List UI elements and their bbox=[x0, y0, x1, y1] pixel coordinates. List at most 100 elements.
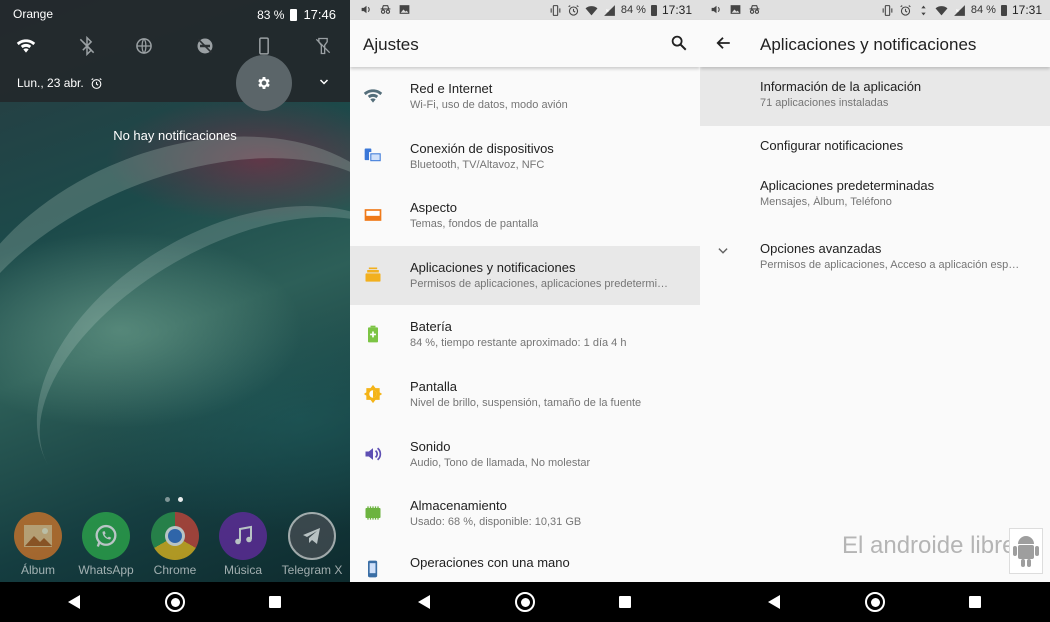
date-row[interactable]: Lun., 23 abr. bbox=[17, 76, 103, 90]
item-subtitle: Permisos de aplicaciones, Acceso a aplic… bbox=[760, 259, 1020, 271]
app-whatsapp[interactable]: WhatsApp bbox=[76, 512, 136, 577]
item-subtitle: Wi-Fi, uso de datos, modo avión bbox=[410, 99, 568, 111]
app-chrome[interactable]: Chrome bbox=[145, 512, 205, 577]
back-nav-icon[interactable] bbox=[766, 594, 782, 610]
item-subtitle: 71 aplicaciones instaladas bbox=[760, 97, 889, 109]
settings-item-apps-notifications[interactable]: Aplicaciones y notificaciones Permisos d… bbox=[350, 245, 700, 306]
app-info-item[interactable]: Información de la aplicación 71 aplicaci… bbox=[700, 67, 1050, 126]
incognito-icon bbox=[749, 5, 760, 14]
volume-status-icon bbox=[361, 5, 370, 14]
recents-nav-icon[interactable] bbox=[269, 596, 281, 608]
settings-item-network[interactable]: Red e Internet Wi-Fi, uso de datos, modo… bbox=[350, 67, 700, 127]
wifi-icon[interactable] bbox=[13, 33, 39, 59]
item-title: Aspecto bbox=[410, 200, 457, 216]
configure-notifications-item[interactable]: Configurar notificaciones bbox=[700, 126, 1050, 166]
data-saver-icon[interactable] bbox=[131, 33, 157, 59]
status-bar: Orange 83 % 17:46 bbox=[0, 0, 350, 26]
app-label: Telegram X bbox=[281, 563, 343, 577]
home-nav-icon[interactable] bbox=[515, 592, 535, 612]
settings-item-appearance[interactable]: Aspecto Temas, fondos de pantalla bbox=[350, 186, 700, 246]
settings-button[interactable] bbox=[236, 55, 292, 111]
signal-icon bbox=[603, 4, 615, 16]
status-bar: 84 % 17:31 bbox=[700, 0, 1050, 20]
incognito-icon bbox=[380, 5, 391, 14]
app-album[interactable]: Álbum bbox=[8, 512, 68, 577]
apps-settings-list: Información de la aplicación 71 aplicaci… bbox=[700, 67, 1050, 288]
battery-icon bbox=[290, 8, 298, 21]
settings-item-sound[interactable]: Sonido Audio, Tono de llamada, No molest… bbox=[350, 425, 700, 485]
default-apps-item[interactable]: Aplicaciones predeterminadas Mensajes, Á… bbox=[700, 166, 1050, 228]
back-arrow-icon[interactable] bbox=[714, 34, 732, 52]
dnd-off-icon[interactable] bbox=[192, 33, 218, 59]
gear-icon bbox=[258, 77, 270, 89]
item-title: Conexión de dispositivos bbox=[410, 140, 554, 156]
item-subtitle: Usado: 68 %, disponible: 10,31 GB bbox=[410, 516, 582, 529]
app-label: Música bbox=[223, 563, 262, 577]
home-nav-icon[interactable] bbox=[865, 592, 885, 612]
data-arrows-icon bbox=[921, 5, 926, 15]
chevron-down-icon bbox=[718, 248, 728, 254]
vibrate-icon bbox=[882, 4, 893, 16]
clock: 17:31 bbox=[661, 3, 692, 17]
alarm-icon bbox=[91, 77, 102, 89]
app-music[interactable]: Música bbox=[213, 512, 273, 577]
settings-item-storage[interactable]: Almacenamiento Usado: 68 %, disponible: … bbox=[350, 484, 700, 544]
app-telegram-x[interactable]: Telegram X bbox=[282, 512, 342, 577]
battery-icon bbox=[1000, 4, 1007, 16]
item-title: Información de la aplicación bbox=[760, 79, 922, 94]
one-hand-icon bbox=[362, 558, 384, 580]
settings-item-battery[interactable]: Batería 84 %, tiempo restante aproximado… bbox=[350, 305, 700, 365]
alarm-icon bbox=[900, 4, 911, 16]
wifi-icon bbox=[362, 85, 384, 107]
recents-nav-icon[interactable] bbox=[619, 596, 631, 608]
back-nav-icon[interactable] bbox=[66, 594, 82, 610]
android-logo-icon bbox=[1009, 528, 1043, 574]
expand-chevron-icon[interactable] bbox=[316, 74, 332, 90]
item-title: Aplicaciones y notificaciones bbox=[410, 259, 576, 275]
clock: 17:31 bbox=[1011, 3, 1042, 17]
item-title: Aplicaciones predeterminadas bbox=[760, 178, 935, 193]
music-icon bbox=[219, 512, 267, 560]
storage-icon bbox=[362, 502, 384, 524]
apps-notifications-screen: 84 % 17:31 Aplicaciones y notificaciones… bbox=[700, 0, 1050, 622]
home-nav-icon[interactable] bbox=[165, 592, 185, 612]
settings-item-connected-devices[interactable]: Conexión de dispositivos Bluetooth, TV/A… bbox=[350, 127, 700, 187]
search-icon[interactable] bbox=[670, 34, 688, 52]
app-bar: Ajustes bbox=[350, 20, 700, 67]
settings-item-display[interactable]: Pantalla Nivel de brillo, suspensión, ta… bbox=[350, 365, 700, 425]
item-title: Configurar notificaciones bbox=[760, 138, 904, 153]
navigation-bar bbox=[350, 582, 700, 622]
carrier-label: Orange bbox=[13, 7, 54, 21]
page-title: Aplicaciones y notificaciones bbox=[760, 35, 977, 54]
notification-shade-screen: Orange 83 % 17:46 Lun., 23 abr. No hay n… bbox=[0, 0, 350, 622]
app-label: Chrome bbox=[153, 563, 197, 577]
whatsapp-icon bbox=[82, 512, 130, 560]
status-bar: 84 % 17:31 bbox=[350, 0, 700, 20]
back-nav-icon[interactable] bbox=[416, 594, 432, 610]
quick-settings-row bbox=[0, 33, 350, 59]
volume-status-icon bbox=[711, 5, 720, 14]
bluetooth-off-icon[interactable] bbox=[74, 33, 100, 59]
flashlight-off-icon[interactable] bbox=[310, 33, 336, 59]
item-subtitle: 84 %, tiempo restante aproximado: 1 día … bbox=[410, 337, 627, 350]
wifi-status-icon bbox=[935, 5, 948, 15]
watermark-text: El androide libre bbox=[842, 532, 1016, 559]
recents-nav-icon[interactable] bbox=[969, 596, 981, 608]
settings-screen: 84 % 17:31 Ajustes Red e Internet Wi-Fi,… bbox=[350, 0, 700, 622]
item-subtitle: Nivel de brillo, suspensión, tamaño de l… bbox=[410, 396, 642, 409]
chrome-icon bbox=[151, 512, 199, 560]
wifi-status-icon bbox=[585, 5, 598, 15]
devices-icon bbox=[362, 145, 384, 167]
advanced-options-item[interactable]: Opciones avanzadas Permisos de aplicacio… bbox=[700, 228, 1050, 288]
vibrate-icon bbox=[550, 4, 561, 16]
battery-icon bbox=[362, 323, 384, 345]
battery-percent: 84 % bbox=[970, 4, 996, 16]
item-title: Batería bbox=[410, 319, 452, 335]
item-title: Almacenamiento bbox=[410, 498, 507, 514]
item-title: Opciones avanzadas bbox=[760, 241, 882, 256]
navigation-bar bbox=[700, 582, 1050, 622]
image-icon bbox=[730, 5, 741, 14]
item-subtitle: Permisos de aplicaciones, aplicaciones p… bbox=[410, 277, 669, 290]
item-subtitle: Temas, fondos de pantalla bbox=[410, 218, 539, 231]
item-title: Operaciones con una mano bbox=[410, 554, 570, 570]
